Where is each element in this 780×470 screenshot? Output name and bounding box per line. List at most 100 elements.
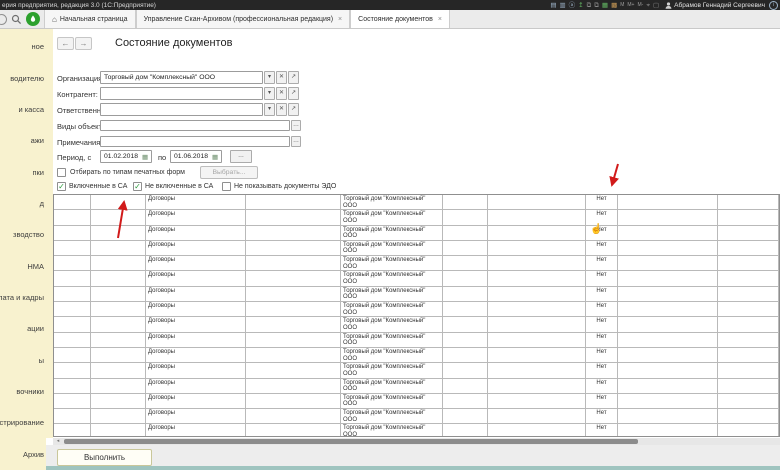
search-icon[interactable] — [11, 14, 22, 25]
close-icon[interactable]: × — [338, 16, 342, 23]
table-cell[interactable] — [246, 210, 341, 225]
table-cell[interactable] — [443, 333, 488, 348]
hide-edo-docs-label[interactable]: Не показывать документы ЭДО — [234, 183, 336, 190]
current-user[interactable]: Абрамов Геннадий Сергеевич — [665, 2, 765, 9]
tab-home[interactable]: ⌂ Начальная страница — [44, 10, 136, 28]
calendar-icon[interactable]: ▦ — [142, 153, 148, 161]
table-cell[interactable]: Договоры — [146, 302, 246, 317]
table-cell[interactable] — [443, 394, 488, 409]
table-cell[interactable]: Договоры — [146, 363, 246, 378]
table-cell[interactable]: Торговый дом "Комплексный" ООО — [341, 241, 443, 256]
table-cell[interactable] — [91, 195, 146, 210]
table-cell[interactable] — [443, 317, 488, 332]
table-cell[interactable] — [488, 379, 586, 394]
table-cell[interactable]: Торговый дом "Комплексный" ООО — [341, 210, 443, 225]
save-icon[interactable]: ▤ — [550, 2, 556, 9]
print-icon[interactable]: ▥ — [559, 2, 565, 9]
table-cell[interactable] — [91, 226, 146, 241]
filter-by-forms-label[interactable]: Отбирать по типам печатных форм — [70, 169, 185, 176]
table-cell[interactable] — [488, 195, 586, 210]
table-cell[interactable]: Нет — [586, 302, 618, 317]
table-cell[interactable] — [488, 302, 586, 317]
table-cell[interactable]: Договоры — [146, 241, 246, 256]
table-cell[interactable] — [618, 424, 718, 437]
window-icon[interactable]: ▢ — [653, 2, 659, 9]
calculator-icon[interactable]: ▩ — [611, 2, 617, 9]
table-cell[interactable] — [618, 409, 718, 424]
organization-clear-icon[interactable]: ✕ — [276, 71, 287, 84]
scan-archive-logo-icon[interactable] — [26, 12, 40, 26]
table-cell[interactable] — [246, 317, 341, 332]
table-cell[interactable] — [246, 287, 341, 302]
horizontal-scrollbar[interactable]: ◂ — [53, 438, 780, 445]
table-cell[interactable]: Договоры — [146, 333, 246, 348]
table-cell[interactable] — [54, 363, 91, 378]
paste-icon[interactable]: ⧉ — [594, 2, 599, 9]
select-forms-button[interactable]: Выбрать... — [200, 166, 258, 179]
not-included-in-sa-checkbox[interactable]: ✓ — [133, 182, 142, 191]
table-cell[interactable] — [54, 226, 91, 241]
sidebar-item[interactable]: нистрирование — [0, 407, 46, 438]
table-cell[interactable] — [488, 409, 586, 424]
organization-open-icon[interactable]: ↗ — [288, 71, 299, 84]
table-cell[interactable] — [443, 363, 488, 378]
copy-icon[interactable]: ⧉ — [587, 2, 592, 9]
table-cell[interactable] — [718, 256, 779, 271]
table-cell[interactable] — [54, 210, 91, 225]
responsible-clear-icon[interactable]: ✕ — [276, 103, 287, 116]
table-cell[interactable] — [54, 348, 91, 363]
table-cell[interactable] — [618, 363, 718, 378]
counterparty-field[interactable] — [100, 87, 263, 100]
table-cell[interactable] — [488, 241, 586, 256]
responsible-dropdown-icon[interactable]: ▾ — [264, 103, 275, 116]
memory-mminus-icon[interactable]: M- — [637, 2, 643, 9]
table-cell[interactable] — [443, 287, 488, 302]
table-cell[interactable] — [91, 394, 146, 409]
post-icon[interactable]: ↥ — [578, 2, 583, 9]
table-cell[interactable] — [91, 333, 146, 348]
table-cell[interactable]: Торговый дом "Комплексный" ООО — [341, 226, 443, 241]
table-cell[interactable] — [718, 271, 779, 286]
table-cell[interactable] — [618, 333, 718, 348]
table-cell[interactable] — [54, 424, 91, 437]
table-cell[interactable] — [488, 333, 586, 348]
table-cell[interactable]: Торговый дом "Комплексный" ООО — [341, 424, 443, 437]
table-cell[interactable] — [443, 302, 488, 317]
table-cell[interactable] — [443, 348, 488, 363]
table-cell[interactable] — [91, 424, 146, 437]
table-cell[interactable] — [443, 210, 488, 225]
sidebar-item[interactable]: ное — [0, 31, 46, 62]
table-cell[interactable] — [91, 409, 146, 424]
table-cell[interactable] — [91, 379, 146, 394]
table-cell[interactable] — [718, 302, 779, 317]
table-cell[interactable]: Торговый дом "Комплексный" ООО — [341, 379, 443, 394]
table-cell[interactable]: Договоры — [146, 195, 246, 210]
sidebar-item[interactable]: и касса — [0, 94, 46, 125]
table-cell[interactable]: Нет — [586, 424, 618, 437]
table-cell[interactable] — [91, 256, 146, 271]
table-cell[interactable]: Торговый дом "Комплексный" ООО — [341, 302, 443, 317]
table-cell[interactable]: Нет — [586, 195, 618, 210]
table-cell[interactable] — [718, 363, 779, 378]
back-button[interactable]: ← — [57, 37, 74, 50]
table-cell[interactable] — [718, 409, 779, 424]
table-cell[interactable] — [618, 379, 718, 394]
calendar-icon[interactable]: ▦ — [212, 153, 218, 161]
table-cell[interactable] — [718, 210, 779, 225]
table-cell[interactable] — [91, 317, 146, 332]
sidebar-item[interactable]: ажи — [0, 125, 46, 156]
period-dots-button[interactable]: … — [230, 150, 252, 163]
tab-scan-archive-management[interactable]: Управление Скан-Архивом (профессиональна… — [136, 10, 351, 28]
table-cell[interactable] — [246, 333, 341, 348]
not-included-in-sa-label[interactable]: Не включенные в СА — [145, 183, 213, 190]
table-cell[interactable] — [718, 195, 779, 210]
sidebar-item[interactable]: пки — [0, 156, 46, 187]
sidebar-item[interactable]: д — [0, 188, 46, 219]
table-cell[interactable] — [246, 363, 341, 378]
table-cell[interactable] — [718, 394, 779, 409]
table-cell[interactable]: Торговый дом "Комплексный" ООО — [341, 271, 443, 286]
scroll-left-icon[interactable]: ◂ — [54, 438, 62, 445]
table-cell[interactable] — [443, 195, 488, 210]
table-cell[interactable]: Договоры — [146, 317, 246, 332]
table-cell[interactable] — [91, 241, 146, 256]
